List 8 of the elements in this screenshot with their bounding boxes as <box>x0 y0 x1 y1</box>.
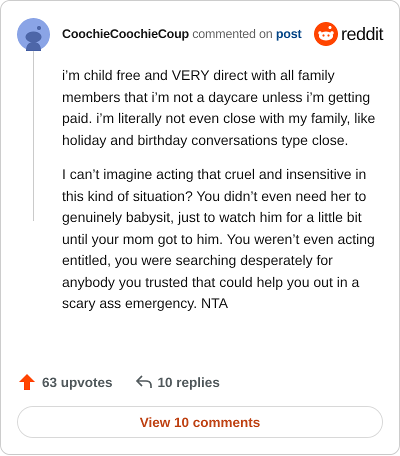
view-comments-button[interactable]: View 10 comments <box>17 406 383 438</box>
reply-count: 10 replies <box>158 374 220 390</box>
brand-name: reddit <box>340 24 383 44</box>
comment-paragraph: i’m child free and VERY direct with all family members that i’m not a daycare unless i’m getting paid. i’m literally not even close with my family, like holiday and birthday conversations type close. <box>62 66 376 150</box>
upvote-count: 63 upvotes <box>42 374 113 390</box>
post-link[interactable]: post <box>276 27 302 41</box>
comment-header: CoochieCoochieCoup commented on post <box>62 27 302 41</box>
comment-paragraph: I can’t imagine acting that cruel and insensitive in this kind of situation? You didn’t even need her to genuinely babysit, just to watch him for a little bit until your mom got to him. You weren’t even acting entitled, you were searching desperately for anybody you trusted that could help you out in a scary ass emergency. NTA <box>62 165 376 313</box>
